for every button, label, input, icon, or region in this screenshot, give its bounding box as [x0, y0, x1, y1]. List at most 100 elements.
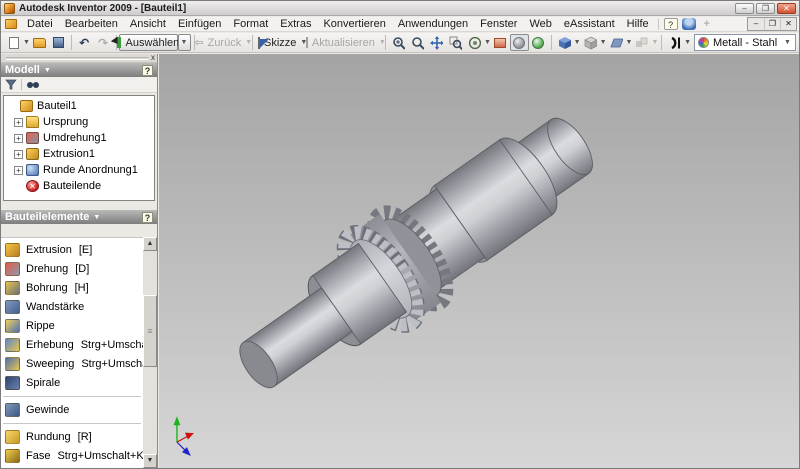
feature-flaeche-verschieben[interactable]: Fläche verschieben [1, 465, 143, 468]
eassistant-icon[interactable] [682, 18, 696, 30]
menu-ansicht[interactable]: Ansicht [124, 17, 172, 31]
app-icon [4, 3, 15, 14]
menu-extras[interactable]: Extras [274, 17, 317, 31]
material-select[interactable]: Metall - Stahl ▼ [694, 34, 796, 51]
work-plane-button[interactable] [607, 34, 626, 51]
model-panel-header[interactable]: Modell ▼ ? [1, 63, 157, 77]
menu-fenster[interactable]: Fenster [474, 17, 523, 31]
scroll-up-icon[interactable]: ▲ [143, 237, 157, 251]
viewport-3d[interactable] [159, 54, 799, 468]
look-at-button[interactable] [491, 34, 510, 51]
update-button[interactable]: Aktualisieren ▼ [309, 34, 382, 51]
model-help-button[interactable]: ? [142, 65, 153, 76]
menu-web[interactable]: Web [523, 17, 557, 31]
feature-drehung[interactable]: Drehung [D] [1, 259, 143, 278]
tree-item-bauteilende[interactable]: ✕ Bauteilende [4, 178, 154, 194]
end-of-part-icon: ✕ [26, 180, 39, 192]
expander-icon[interactable]: + [14, 150, 23, 159]
menu-bearbeiten[interactable]: Bearbeiten [59, 17, 124, 31]
dock-strip[interactable]: x [1, 54, 157, 63]
tree-item-bauteil1[interactable]: Bauteil1 [4, 98, 154, 114]
tree-item-umdrehung1[interactable]: + Umdrehung1 [4, 130, 154, 146]
pan-button[interactable] [427, 34, 446, 51]
mdi-close-button[interactable]: ✕ [780, 18, 796, 30]
feature-wandstaerke[interactable]: Wandstärke [1, 297, 143, 316]
undo-button[interactable]: ↶ [75, 34, 94, 51]
feature-sweeping[interactable]: Sweeping Strg+Umschalt+S [1, 354, 143, 373]
minimize-button[interactable]: – [735, 3, 754, 14]
scroll-thumb[interactable] [143, 295, 157, 367]
restore-button[interactable]: ❐ [756, 3, 775, 14]
pan-icon [430, 36, 443, 50]
features-scrollbar[interactable]: ▲ ▼ [143, 237, 157, 468]
features-help-button[interactable]: ? [142, 212, 153, 223]
hole-icon [5, 281, 20, 295]
zoom-all-button[interactable] [389, 34, 408, 51]
expander-icon[interactable]: + [14, 118, 23, 127]
component-dropdown[interactable]: ▼ [651, 39, 658, 46]
divider [658, 19, 659, 30]
analysis-dropdown[interactable]: ▼ [684, 39, 691, 46]
feature-gewinde[interactable]: Gewinde [1, 400, 143, 419]
find-icon[interactable] [26, 79, 40, 90]
menu-einfuegen[interactable]: Einfügen [172, 17, 227, 31]
feature-fase[interactable]: Fase Strg+Umschalt+K [1, 446, 143, 465]
close-button[interactable]: ✕ [777, 3, 796, 14]
back-button[interactable]: ⇦ Zurück ▼ [197, 34, 249, 51]
new-document-button[interactable] [4, 34, 23, 51]
tree-item-runde-anordnung1[interactable]: + Runde Anordnung1 [4, 162, 154, 178]
open-button[interactable] [30, 34, 49, 51]
menu-konvertieren[interactable]: Konvertieren [317, 17, 391, 31]
component-button[interactable] [632, 34, 651, 51]
orbit-dropdown[interactable]: ▼ [484, 39, 491, 46]
menu-datei[interactable]: Datei [21, 17, 59, 31]
tree-item-ursprung[interactable]: + Ursprung [4, 114, 154, 130]
model-panel-title: Modell [5, 64, 40, 76]
view-face-dropdown[interactable]: ▼ [574, 39, 581, 46]
feature-spirale[interactable]: Spirale [1, 373, 143, 392]
dock-close-icon[interactable]: x [151, 54, 155, 62]
open-icon [33, 38, 46, 48]
globe-display-button[interactable] [529, 34, 548, 51]
select-dropdown[interactable]: ▼ [178, 34, 191, 51]
feature-extrusion[interactable]: Extrusion [E] [1, 240, 143, 259]
menu-anwendungen[interactable]: Anwendungen [392, 17, 474, 31]
feature-rippe[interactable]: Rippe [1, 316, 143, 335]
orbit-button[interactable] [465, 34, 484, 51]
menu-eassistant[interactable]: eAssistant [558, 17, 621, 31]
filter-icon[interactable] [5, 79, 17, 90]
view-iso-button[interactable] [581, 34, 600, 51]
mdi-minimize-button[interactable]: – [748, 18, 764, 30]
circular-pattern-icon [26, 164, 39, 176]
expander-icon[interactable]: + [14, 134, 23, 143]
redo-button[interactable]: ↷ [94, 34, 113, 51]
expander-icon[interactable]: + [14, 166, 23, 175]
new-document-icon [9, 37, 19, 49]
shaded-display-button[interactable] [510, 34, 529, 51]
work-plane-dropdown[interactable]: ▼ [626, 39, 633, 46]
menu-format[interactable]: Format [227, 17, 274, 31]
back-icon: ⇦ [194, 36, 203, 49]
new-document-dropdown[interactable]: ▼ [23, 39, 30, 46]
scroll-down-icon[interactable]: ▼ [143, 454, 157, 468]
select-button[interactable]: Auswählen [119, 34, 177, 51]
view-iso-icon [584, 36, 597, 50]
help-badge-icon[interactable]: ? [664, 18, 678, 30]
feature-bohrung[interactable]: Bohrung [H] [1, 278, 143, 297]
save-button[interactable] [49, 34, 68, 51]
sketch-button[interactable]: Skizze ▼ [256, 34, 309, 51]
menu-hilfe[interactable]: Hilfe [621, 17, 655, 31]
coil-icon [5, 376, 20, 390]
tree-item-extrusion1[interactable]: + Extrusion1 [4, 146, 154, 162]
zoom-window-button[interactable] [408, 34, 427, 51]
feature-erhebung[interactable]: Erhebung Strg+Umschalt+L [1, 335, 143, 354]
view-face-button[interactable] [555, 34, 574, 51]
tree-label: Ursprung [43, 116, 88, 128]
save-icon [53, 37, 64, 48]
zoom-selected-button[interactable] [446, 34, 465, 51]
view-iso-dropdown[interactable]: ▼ [600, 39, 607, 46]
features-panel-header[interactable]: Bauteilelemente ▼ ? [1, 210, 157, 224]
mdi-restore-button[interactable]: ❐ [764, 18, 780, 30]
analysis-button[interactable] [665, 34, 684, 51]
feature-rundung[interactable]: Rundung [R] [1, 427, 143, 446]
